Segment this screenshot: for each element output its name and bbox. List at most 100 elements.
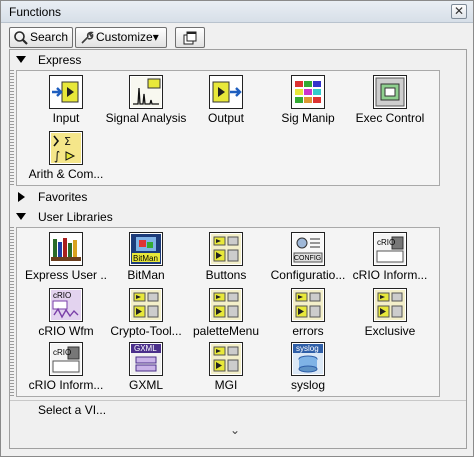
section-label: Express <box>38 53 82 67</box>
item-label: Arith & Com... <box>28 167 104 181</box>
palette-item-arith-comparison[interactable]: Σ ∫ Arith & Com... <box>25 129 107 185</box>
search-button[interactable]: Search <box>9 27 73 48</box>
palette-item-output[interactable]: Output <box>185 73 267 129</box>
palette-item-configuration[interactable]: CONFIG Configuratio... <box>267 230 349 286</box>
palette-item-errors[interactable]: errors <box>267 286 349 342</box>
icon-text: CONFIG <box>294 255 322 262</box>
crio-info-icon: cRIO <box>49 342 83 376</box>
palette-panel: Express Input Signal Analysis Output Sig… <box>9 49 467 449</box>
icon-text: BitMan <box>133 254 158 263</box>
item-label: BitMan <box>127 268 165 282</box>
section-express[interactable]: Express <box>10 51 466 69</box>
buttons-icon <box>209 232 243 266</box>
palette-item-palette-menu[interactable]: paletteMenu <box>185 286 267 342</box>
palette-item-syslog[interactable]: syslog syslog <box>267 340 349 396</box>
item-label: Output <box>207 111 245 125</box>
item-label: Buttons <box>205 268 247 282</box>
icon-text: cRIO <box>53 291 72 300</box>
user-libraries-group: Express User ... BitMan BitMan Buttons C… <box>16 227 440 397</box>
palette-item-mgi[interactable]: MGI <box>185 340 267 396</box>
errors-icon <box>291 288 325 322</box>
search-label: Search <box>30 30 69 44</box>
customize-label: Customize <box>96 30 153 44</box>
item-label: paletteMenu <box>192 324 260 338</box>
section-grip <box>10 70 14 186</box>
item-label: Crypto-Tool... <box>110 324 182 338</box>
item-label: syslog <box>290 378 325 392</box>
palette-item-crio-info-2[interactable]: cRIO cRIO Inform... <box>25 340 107 396</box>
palette-item-crio-info[interactable]: cRIO cRIO Inform... <box>349 230 431 286</box>
palette-item-exec-control[interactable]: Exec Control <box>349 73 431 129</box>
window-restore-icon <box>182 30 198 46</box>
express-group: Input Signal Analysis Output Sig Manip E… <box>16 70 440 186</box>
item-label: Input <box>52 111 80 125</box>
section-label: User Libraries <box>38 210 113 224</box>
bitman-icon: BitMan <box>129 232 163 266</box>
item-label: MGI <box>214 378 238 392</box>
palette-item-signal-analysis[interactable]: Signal Analysis <box>105 73 187 129</box>
palette-item-crio-wfm[interactable]: cRIO cRIO Wfm <box>25 286 107 342</box>
express-user-libs-icon <box>49 232 83 266</box>
more-chevron-icon[interactable]: ⌄ <box>230 423 240 437</box>
item-label: Signal Analysis <box>105 111 187 125</box>
collapsed-triangle-icon <box>18 192 25 202</box>
exclusive-icon <box>373 288 407 322</box>
item-label: cRIO Wfm <box>38 324 94 338</box>
svg-text:∫: ∫ <box>54 149 60 163</box>
functions-palette-window: Functions ✕ Search Customize▾ Express In… <box>0 0 474 457</box>
icon-text: cRIO <box>377 238 396 247</box>
palette-item-sig-manip[interactable]: Sig Manip <box>267 73 349 129</box>
palette-item-express-user-libs[interactable]: Express User ... <box>25 230 107 286</box>
icon-text: syslog <box>296 344 319 353</box>
section-user-libraries[interactable]: User Libraries <box>10 208 466 226</box>
item-label: Sig Manip <box>281 111 335 125</box>
output-icon <box>209 75 243 109</box>
close-button[interactable]: ✕ <box>451 4 467 19</box>
mgi-icon <box>209 342 243 376</box>
config-icon: CONFIG <box>291 232 325 266</box>
restore-palette-button[interactable] <box>175 27 205 48</box>
search-icon <box>13 30 29 46</box>
section-favorites[interactable]: Favorites <box>10 188 466 206</box>
expanded-triangle-icon <box>16 56 26 63</box>
gxml-icon: GXML <box>129 342 163 376</box>
arith-comparison-icon: Σ ∫ <box>49 131 83 165</box>
svg-text:Σ: Σ <box>64 135 71 148</box>
item-label: Express User ... <box>25 268 107 282</box>
palette-footer: Select a VI... ⌄ <box>10 400 466 448</box>
crio-info-icon: cRIO <box>373 232 407 266</box>
palette-item-gxml[interactable]: GXML GXML <box>105 340 187 396</box>
crypto-tool-icon <box>129 288 163 322</box>
section-grip <box>10 227 14 397</box>
item-label: errors <box>292 324 324 338</box>
item-label: cRIO Inform... <box>28 378 104 392</box>
item-label: Exec Control <box>355 111 425 125</box>
wrench-icon <box>79 30 95 46</box>
expanded-triangle-icon <box>16 213 26 220</box>
palette-item-exclusive[interactable]: Exclusive <box>349 286 431 342</box>
palette-item-buttons[interactable]: Buttons <box>185 230 267 286</box>
exec-control-icon <box>373 75 407 109</box>
palette-item-crypto-tool[interactable]: Crypto-Tool... <box>105 286 187 342</box>
item-label: Configuratio... <box>270 268 346 282</box>
input-icon <box>49 75 83 109</box>
syslog-icon: syslog <box>291 342 325 376</box>
palette-item-bitman[interactable]: BitMan BitMan <box>105 230 187 286</box>
title-bar[interactable]: Functions ✕ <box>1 1 473 23</box>
sig-manip-icon <box>291 75 325 109</box>
chevron-down-icon: ▾ <box>152 30 159 44</box>
icon-text: cRIO <box>53 348 72 357</box>
icon-text: GXML <box>134 344 157 353</box>
palette-menu-icon <box>209 288 243 322</box>
item-label: GXML <box>128 378 163 392</box>
window-title: Functions <box>9 5 62 19</box>
select-vi-item[interactable]: Select a VI... <box>38 403 106 417</box>
palette-toolbar: Search Customize▾ <box>9 27 469 49</box>
item-label: Exclusive <box>364 324 416 338</box>
palette-item-input[interactable]: Input <box>25 73 107 129</box>
signal-analysis-icon <box>129 75 163 109</box>
item-label: cRIO Inform... <box>352 268 428 282</box>
customize-button[interactable]: Customize▾ <box>75 27 167 48</box>
section-label: Favorites <box>38 190 88 204</box>
crio-wfm-icon: cRIO <box>49 288 83 322</box>
